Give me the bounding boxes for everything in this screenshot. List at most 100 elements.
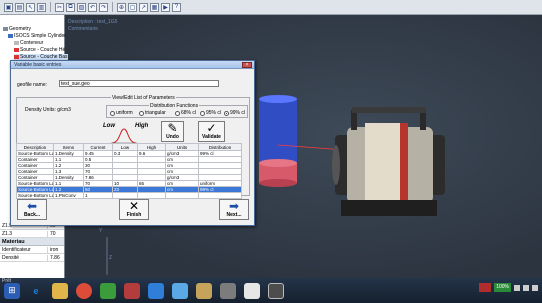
- table-cell[interactable]: [112, 192, 138, 199]
- materiau-section: Materiau: [0, 238, 64, 246]
- arrow-left-icon: ⬅: [26, 199, 38, 213]
- zoom-badge[interactable]: 100%: [494, 283, 511, 292]
- radio-uniform[interactable]: uniform: [110, 110, 133, 116]
- run-icon[interactable]: ▶: [161, 2, 170, 12]
- box-icon[interactable]: ▢: [128, 2, 137, 12]
- source-icon: [14, 54, 19, 59]
- zoom-icon[interactable]: ⊕: [117, 2, 126, 12]
- undo-icon[interactable]: ↶: [88, 2, 97, 12]
- paste-icon[interactable]: ▧: [77, 2, 86, 12]
- table-header-row: Description Items Current Low High Units…: [16, 143, 242, 151]
- col-header[interactable]: Items: [53, 143, 84, 151]
- arrow-icon[interactable]: ↗: [139, 2, 148, 12]
- calculator-icon[interactable]: ▤: [15, 2, 24, 12]
- cut-icon[interactable]: ✂: [55, 2, 64, 12]
- redo-icon[interactable]: ↷: [99, 2, 108, 12]
- col-header[interactable]: Current: [83, 143, 113, 151]
- folder-icon[interactable]: [52, 282, 68, 299]
- table-cell[interactable]: [198, 192, 242, 199]
- source-icon: [14, 47, 19, 52]
- prop-row[interactable]: Z1.3 70: [0, 230, 64, 238]
- col-header[interactable]: Low: [112, 143, 138, 151]
- chart-icon[interactable]: ▥: [37, 2, 46, 12]
- parameters-group-title: View/Edit List of Parameters: [111, 95, 176, 101]
- system-tray: 100%: [479, 283, 538, 292]
- ie-icon[interactable]: e: [28, 283, 44, 299]
- table-cell[interactable]: Source-Bottom Layer: [16, 150, 54, 157]
- app-icon[interactable]: [124, 282, 140, 299]
- cursor-icon[interactable]: ↖: [26, 2, 35, 12]
- table-cell[interactable]: [137, 192, 166, 199]
- app-icon[interactable]: [172, 282, 188, 299]
- close-button[interactable]: ×: [242, 62, 252, 68]
- radio-99cl[interactable]: 99% cl: [224, 110, 245, 116]
- table-cell[interactable]: 1.PtsConv: [53, 192, 84, 199]
- app-icon[interactable]: [148, 282, 164, 299]
- cylinder-icon: [8, 33, 13, 38]
- volume-icon[interactable]: [523, 284, 529, 291]
- isocs-app-icon[interactable]: [268, 282, 284, 299]
- parameters-table[interactable]: Description Items Current Low High Units…: [16, 143, 242, 199]
- prop-row[interactable]: Densité 7.86: [0, 254, 64, 262]
- radio-68cl[interactable]: 68% cl: [175, 110, 196, 116]
- close-icon: ✕: [128, 199, 140, 213]
- folder-icon: [3, 26, 8, 31]
- tree-item-conteneur[interactable]: Conteneur: [14, 40, 43, 46]
- chrome-icon[interactable]: [76, 282, 92, 299]
- col-header[interactable]: Distribution: [198, 143, 242, 151]
- radio-triangular[interactable]: triangular: [139, 110, 166, 116]
- back-button[interactable]: ⬅ Back...: [17, 199, 47, 220]
- validate-button[interactable]: ✓ Validate: [198, 121, 225, 142]
- table-cell[interactable]: Source-Bottom Layer: [16, 192, 54, 199]
- distribution-group-title: Distribution Functions: [149, 103, 200, 109]
- table-cell[interactable]: [165, 192, 199, 199]
- active-app-icon[interactable]: [244, 282, 260, 299]
- table-cell[interactable]: Source-Bottom Layer: [16, 186, 54, 193]
- media-icon[interactable]: [100, 282, 116, 299]
- tree-item-source-haut[interactable]: Source - Couche Hé: [14, 47, 65, 53]
- grid-icon[interactable]: ▦: [150, 2, 159, 12]
- axis-y-label: Y: [99, 228, 103, 234]
- arrow-right-icon: ➡: [228, 199, 240, 213]
- geofile-input[interactable]: test_sue.geo: [59, 80, 219, 87]
- toolbar-divider: [112, 2, 113, 12]
- distribution-curve-icon: [111, 128, 137, 144]
- radio-95cl[interactable]: 95% cl: [200, 110, 221, 116]
- radio-dot: [175, 110, 180, 116]
- undo-button[interactable]: ✎ Undo: [161, 121, 184, 142]
- radio-dot-selected: [224, 110, 229, 116]
- high-label: High: [135, 123, 149, 129]
- density-units-label: Density Units: g/cm3: [25, 107, 71, 113]
- table-row[interactable]: Source-Bottom Layer1.PtsConv1: [16, 192, 242, 199]
- toolbar-divider: [50, 2, 51, 12]
- col-header[interactable]: High: [137, 143, 166, 151]
- axis-z-label: Z: [109, 255, 113, 261]
- cylinder-source: [259, 95, 297, 187]
- col-header[interactable]: Units: [165, 143, 199, 151]
- finish-button[interactable]: ✕ Finish: [119, 199, 149, 220]
- check-icon: ✓: [206, 121, 217, 135]
- copy-icon[interactable]: ⧉: [66, 2, 75, 12]
- app-icon[interactable]: [220, 282, 236, 299]
- dialog-title: Variable basic entries: [11, 61, 254, 69]
- radio-dot: [200, 110, 205, 116]
- start-button[interactable]: ⊞: [4, 282, 20, 299]
- tray-app-icon[interactable]: [479, 283, 492, 292]
- col-header[interactable]: Description: [16, 143, 54, 151]
- flag-icon[interactable]: [532, 284, 538, 291]
- prop-row[interactable]: Identificateur iron: [0, 246, 64, 254]
- tree-item-cylinder[interactable]: ISOCS Simple Cylinder: [8, 33, 66, 39]
- status-text: Prêt: [2, 278, 12, 284]
- next-button[interactable]: ➡ Next...: [219, 199, 249, 220]
- detector-model: [332, 107, 445, 216]
- table-cell[interactable]: 1: [83, 192, 113, 199]
- property-panel: Z1.550 Z1.370 Materiau Identificateuriro…: [0, 222, 65, 278]
- save-icon[interactable]: ▣: [4, 2, 13, 12]
- help-icon[interactable]: ?: [172, 2, 181, 12]
- table-cell[interactable]: Source-Bottom Layer: [16, 180, 54, 187]
- box-icon: [14, 40, 19, 45]
- app-icon[interactable]: [196, 282, 212, 299]
- tree-item-geometry[interactable]: Geometry: [3, 26, 31, 32]
- network-icon[interactable]: [514, 284, 520, 291]
- broom-icon: ✎: [167, 121, 178, 135]
